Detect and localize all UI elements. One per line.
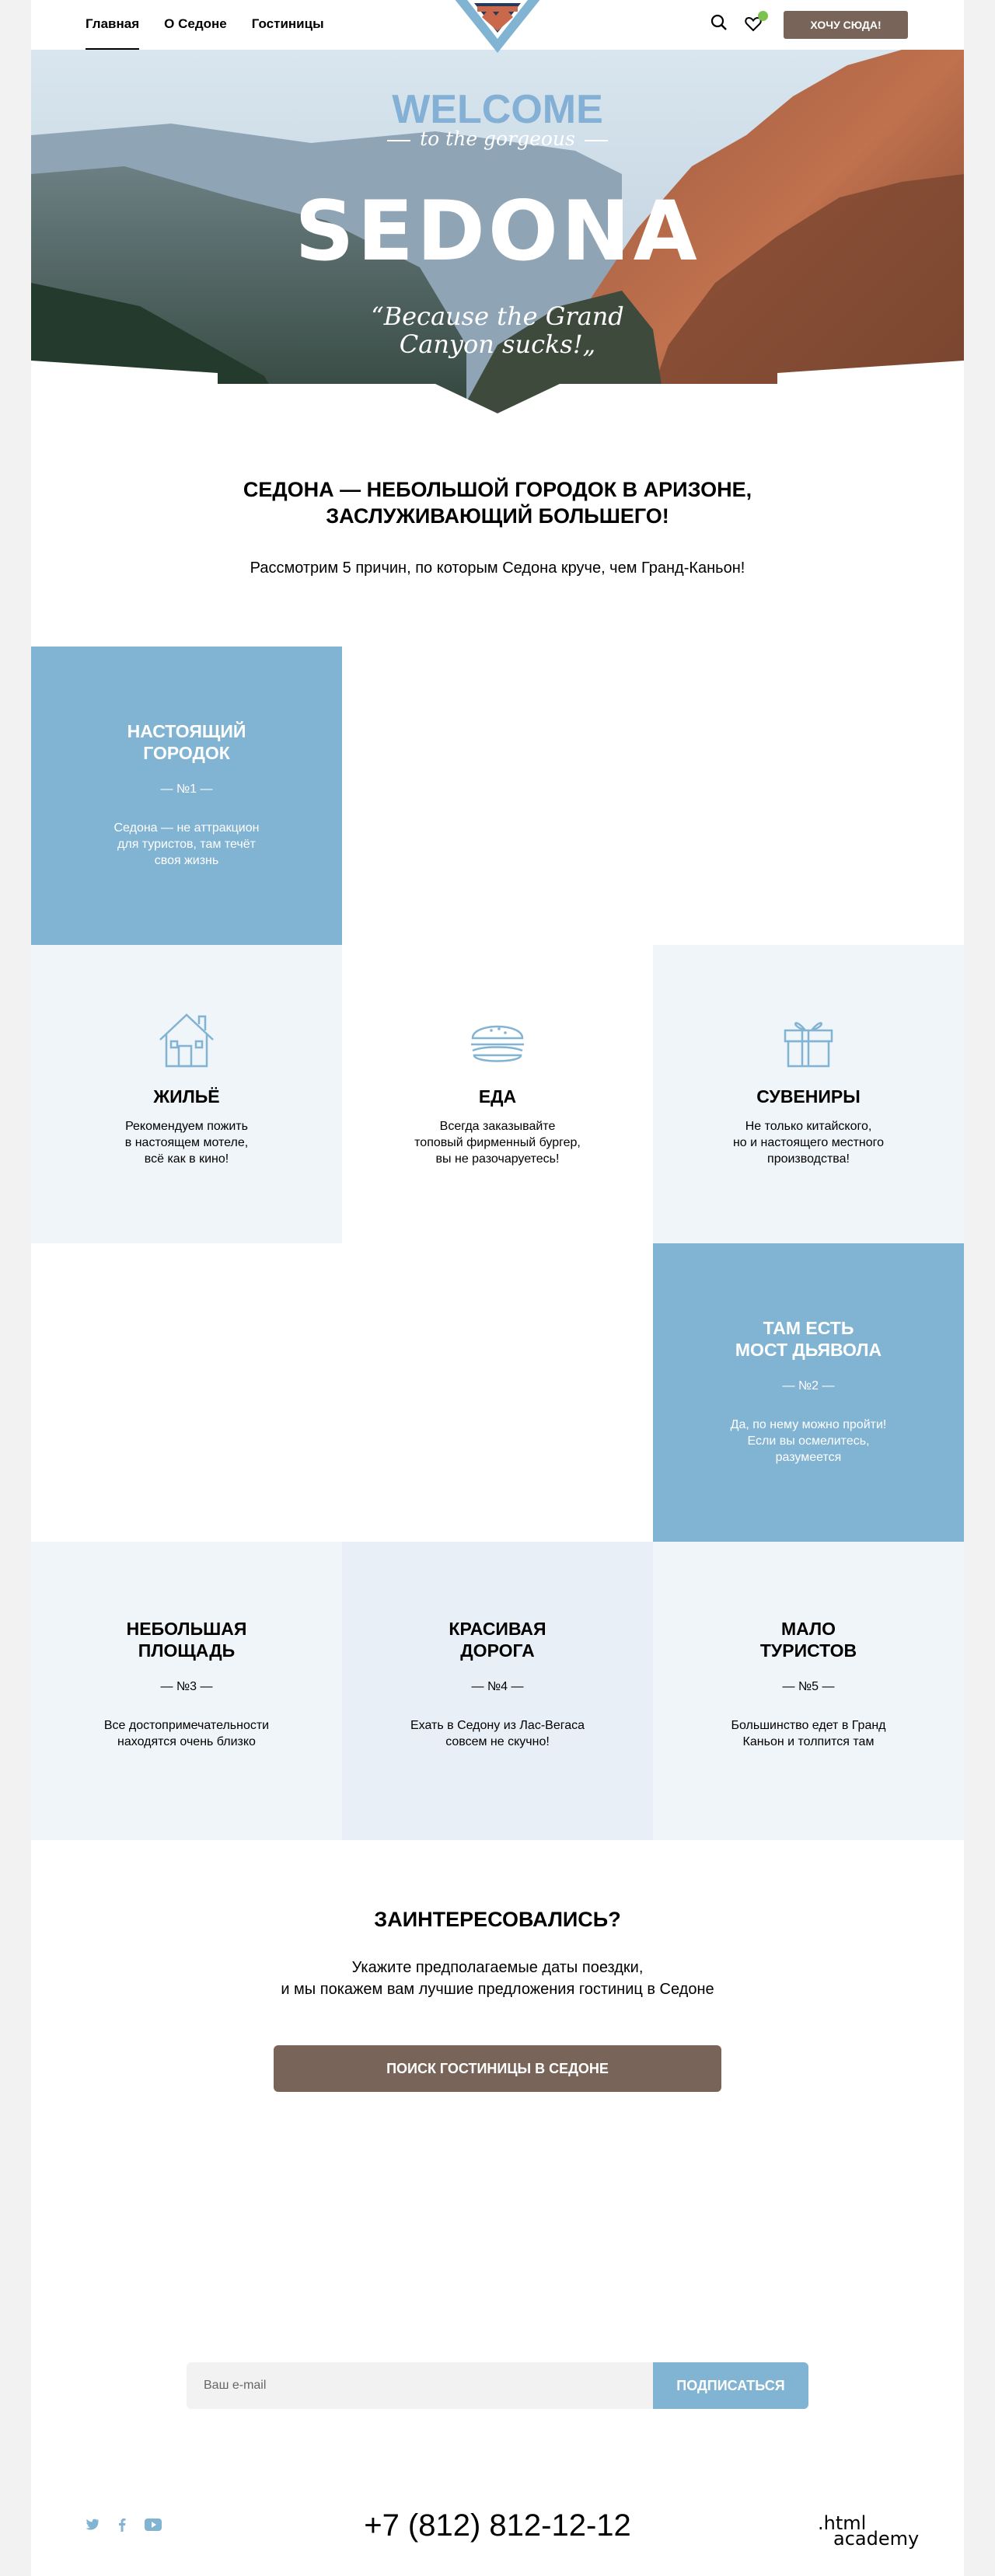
hero-quote-line: “Because the Grand xyxy=(371,302,624,331)
reason-number: — №2 — xyxy=(782,1379,835,1393)
reason-text: Седона — не аттракцион для туристов, там … xyxy=(113,821,260,867)
favorites-badge xyxy=(758,10,768,21)
nav-hotels[interactable]: Гостиницы xyxy=(252,0,324,50)
email-field[interactable] xyxy=(187,2362,653,2409)
site-header: Главная О Седоне Гостиницы ХОЧУ СЮДА! xyxy=(31,0,964,53)
search-icon[interactable] xyxy=(710,14,728,35)
reason-text: Ехать в Седону из Лас-Вегаса совсем не ск… xyxy=(410,1719,585,1748)
intro-title-line: ЗАСЛУЖИВАЮЩИЙ БОЛЬШЕГО! xyxy=(326,504,669,528)
hero: WELCOME to the gorgeous SEDONA “Because … xyxy=(31,50,964,430)
interested-text: Укажите предполагаемые даты поездки, и м… xyxy=(31,1957,964,2000)
feature-text: Рекомендуем пожить в настоящем мотеле, всё… xyxy=(124,1120,249,1166)
subscribe-button[interactable]: ПОДПИСАТЬСЯ xyxy=(653,2362,808,2409)
reason-text: Все достопримечательности находятся очень… xyxy=(103,1719,270,1748)
hero-quote-line: Canyon sucks!„ xyxy=(399,329,596,359)
nav-home[interactable]: Главная xyxy=(86,0,140,50)
reason-title: МАЛО ТУРИСТОВ xyxy=(759,1619,857,1661)
reason-title: НАСТОЯЩИЙ ГОРОДОК xyxy=(127,721,246,763)
reason-number: — №1 — xyxy=(160,783,213,796)
feature-text: Всегда заказывайте топовый фирменный бург… xyxy=(414,1120,581,1166)
hero-title: SEDONA xyxy=(295,183,700,279)
feature-title: СУВЕНИРЫ xyxy=(756,1086,861,1107)
reason-title: НЕБОЛЬШАЯ ПЛОЩАДЬ xyxy=(126,1619,247,1661)
reason-card-2: ТАМ ЕСТЬ МОСТ ДЬЯВОЛА — №2 — Да, по нему … xyxy=(653,1243,964,1542)
feature-souvenirs: СУВЕНИРЫ Не только китайского, но и насто… xyxy=(653,945,964,1243)
reason-title: КРАСИВАЯ ДОРОГА xyxy=(449,1619,546,1661)
want-here-button[interactable]: ХОЧУ СЮДА! xyxy=(784,11,908,39)
burger-icon xyxy=(468,1025,527,1072)
main-nav: Главная О Седоне Гостиницы xyxy=(86,0,324,50)
header-icons xyxy=(710,10,768,35)
reason-number: — №4 — xyxy=(471,1680,524,1693)
interested-title: ЗАИНТЕРЕСОВАЛИСЬ? xyxy=(374,1908,621,1931)
intro-title: СЕДОНА — НЕБОЛЬШОЙ ГОРОДОК В АРИЗОНЕ, ЗА… xyxy=(31,476,964,529)
reason-card-1: НАСТОЯЩИЙ ГОРОДОК — №1 — Седона — не аттр… xyxy=(31,647,342,945)
feature-title: ЕДА xyxy=(478,1086,517,1107)
nav-about[interactable]: О Седоне xyxy=(164,0,227,50)
intro-subtitle: Рассмотрим 5 причин, по которым Седона к… xyxy=(250,559,745,577)
reason-number: — №5 — xyxy=(782,1680,835,1693)
interested-text-line: Укажите предполагаемые даты поездки, xyxy=(351,1959,644,1976)
reason-card-3: НЕБОЛЬШАЯ ПЛОЩАДЬ — №3 — Все достопримеча… xyxy=(31,1542,342,1840)
reason-number: — №3 — xyxy=(160,1680,213,1693)
feature-housing: ЖИЛЬЁ Рекомендуем пожить в настоящем моте… xyxy=(31,945,342,1243)
reason-text: Большинство едет в Гранд Каньон и толпитс… xyxy=(731,1719,886,1748)
intro-title-line: СЕДОНА — НЕБОЛЬШОЙ ГОРОДОК В АРИЗОНЕ, xyxy=(243,478,752,501)
reason-text: Да, по нему можно пройти! Если вы осмелит… xyxy=(730,1418,887,1464)
feature-title: ЖИЛЬЁ xyxy=(153,1086,220,1107)
feature-food: ЕДА Всегда заказывайте топовый фирменный … xyxy=(342,945,653,1243)
reason-card-4: КРАСИВАЯ ДОРОГА — №4 — Ехать в Седону из … xyxy=(342,1542,653,1840)
page: Главная О Седоне Гостиницы ХОЧУ СЮДА! WE… xyxy=(31,0,964,2576)
hero-subtitle: to the gorgeous xyxy=(31,127,964,150)
gift-icon xyxy=(779,1022,838,1072)
reason-title: ТАМ ЕСТЬ МОСТ ДЬЯВОЛА xyxy=(735,1318,882,1360)
hero-welcome: WELCOME xyxy=(392,87,603,132)
html-academy-logo[interactable]: .html academy xyxy=(818,2514,919,2548)
hero-quote: “Because the Grand Canyon sucks!„ xyxy=(31,302,964,358)
feature-text: Не только китайского, но и настоящего мес… xyxy=(732,1120,885,1166)
heart-icon[interactable] xyxy=(745,10,768,34)
search-hotels-button[interactable]: ПОИСК ГОСТИНИЦЫ В СЕДОНЕ xyxy=(274,2045,721,2092)
house-icon xyxy=(157,1013,216,1072)
reason-card-5: МАЛО ТУРИСТОВ — №5 — Большинство едет в Г… xyxy=(653,1542,964,1840)
interested-text-line: и мы покажем вам лучшие предложения гост… xyxy=(281,1981,714,1998)
logo[interactable] xyxy=(448,0,547,53)
